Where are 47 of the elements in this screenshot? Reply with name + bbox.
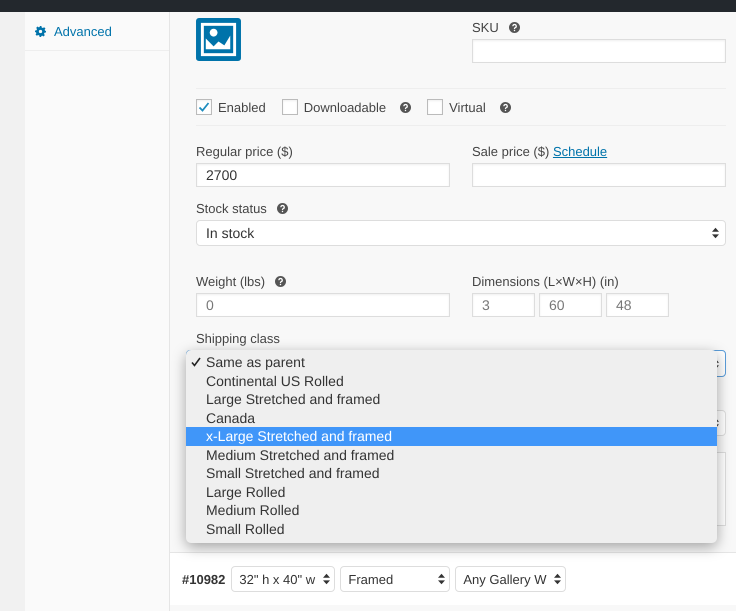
menu-item[interactable]: Small Rolled [186,520,717,538]
sku-label: SKU [472,20,499,34]
variation-select[interactable]: Any Gallery W [455,566,566,592]
menu-item[interactable]: Medium Stretched and framed [186,446,717,464]
field-label: Regular price ($) [196,144,293,158]
image-icon[interactable] [196,18,241,61]
help-icon[interactable] [400,102,412,112]
menu-item[interactable]: Same as parent [186,353,717,372]
sidebar-item[interactable]: Advanced [25,12,169,51]
sku-field[interactable] [472,39,726,63]
checkbox-label: Enabled [218,100,266,114]
checkbox[interactable] [427,99,444,115]
field-label: Dimensions (L×W×H) (in) [472,274,619,288]
sale-price-field[interactable] [472,163,726,187]
gear-icon [35,26,46,36]
updown-arrow-icon [554,573,562,585]
stock-status-select[interactable]: In stock [196,220,726,246]
checkbox[interactable] [196,99,212,115]
help-icon[interactable] [276,202,288,214]
checkbox[interactable] [282,99,298,115]
checkbox-label: Virtual [449,100,486,114]
field-label: Sale price ($) Schedule [472,144,608,158]
help-icon[interactable] [508,22,520,32]
price-field[interactable]: 2700 [196,163,450,187]
schedule-link[interactable]: Schedule [552,144,608,158]
help-icon[interactable] [275,276,286,286]
dimension-field[interactable]: 3 [472,293,535,317]
checkbox-label: Downloadable [304,100,386,114]
variation-select[interactable]: Framed [340,566,450,592]
menu-item[interactable]: Large Rolled [186,482,717,501]
variation-select[interactable]: 32" h x 40" w [231,566,336,592]
menu-item[interactable]: Canada [186,408,717,427]
updown-arrow-icon [323,573,330,585]
menu-item[interactable]: Large Stretched and framed [186,390,717,408]
menu-item[interactable]: Medium Rolled [186,501,717,520]
field-label: Weight (lbs) [196,274,266,288]
dimension-field[interactable]: 48 [606,293,669,317]
updown-arrow-icon [712,227,719,239]
field-label: Stock status [196,200,267,216]
field-label: Shipping class [196,330,280,346]
help-icon[interactable] [500,102,511,112]
weight-field[interactable]: 0 [196,293,450,317]
variation-number: #10982 [182,572,226,586]
updown-arrow-icon [438,573,446,585]
dimension-field[interactable]: 60 [539,293,602,317]
menu-item[interactable]: Continental US Rolled [186,372,717,390]
menu-item[interactable]: Small Stretched and framed [186,464,717,482]
